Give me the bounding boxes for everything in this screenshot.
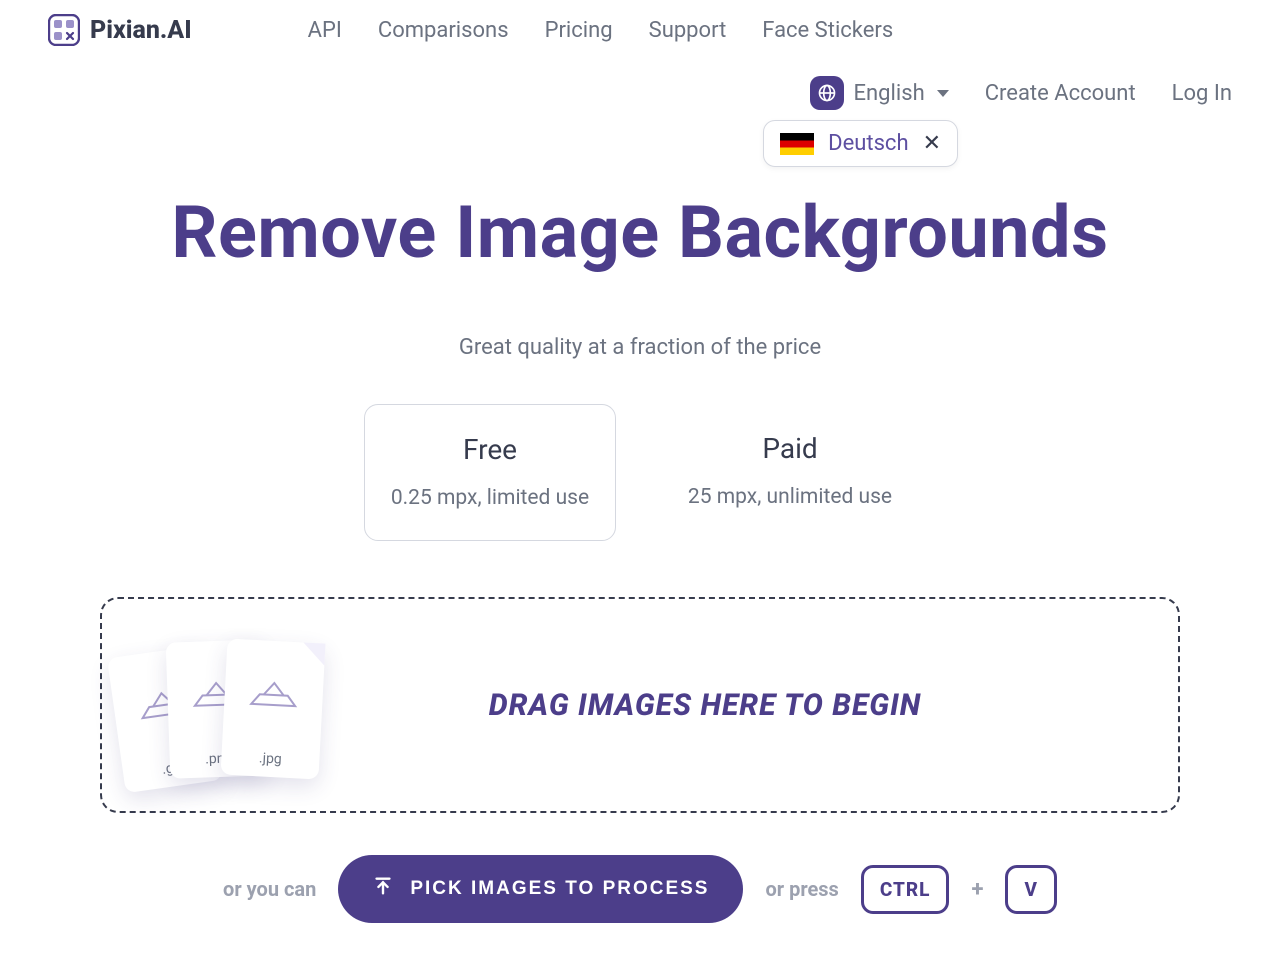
navbar-secondary: English Create Account Log In Deutsch ✕	[0, 46, 1280, 110]
plan-paid[interactable]: Paid 25 mpx, unlimited use	[664, 404, 916, 541]
page-title: Remove Image Backgrounds	[0, 190, 1280, 275]
language-selector[interactable]: English	[810, 76, 949, 110]
plan-free-title: Free	[383, 433, 597, 466]
file-card-jpg: .jpg	[221, 639, 326, 780]
logo-icon	[48, 14, 80, 46]
login-link[interactable]: Log In	[1172, 81, 1232, 106]
plan-free[interactable]: Free 0.25 mpx, limited use	[364, 404, 616, 541]
navbar: Pixian.AI API Comparisons Pricing Suppor…	[0, 0, 1280, 46]
or-press-label: or press	[765, 877, 838, 901]
file-stack-illustration: .gif .png .jpg	[106, 641, 346, 811]
upload-icon	[372, 875, 394, 903]
dropzone[interactable]: .gif .png .jpg DRAG IMAGES HERE TO BEGIN	[100, 597, 1180, 813]
nav-pricing[interactable]: Pricing	[545, 18, 613, 43]
page-subtitle: Great quality at a fraction of the price	[0, 335, 1280, 360]
key-ctrl: CTRL	[861, 865, 950, 914]
language-current: English	[854, 81, 925, 106]
language-suggestion-link[interactable]: Deutsch	[828, 131, 908, 156]
create-account-link[interactable]: Create Account	[985, 81, 1136, 106]
flag-de-icon	[780, 133, 814, 155]
chevron-down-icon	[937, 90, 949, 97]
nav-links: API Comparisons Pricing Support Face Sti…	[308, 18, 894, 43]
globe-icon	[810, 76, 844, 110]
brand[interactable]: Pixian.AI	[48, 14, 192, 46]
or-you-can-label: or you can	[223, 877, 316, 901]
pick-images-button[interactable]: PICK IMAGES TO PROCESS	[338, 855, 743, 923]
nav-api[interactable]: API	[308, 18, 342, 43]
nav-face-stickers[interactable]: Face Stickers	[762, 18, 893, 43]
plan-tiles: Free 0.25 mpx, limited use Paid 25 mpx, …	[0, 404, 1280, 541]
plan-free-desc: 0.25 mpx, limited use	[383, 486, 597, 510]
plus-label: +	[971, 877, 983, 902]
brand-name: Pixian.AI	[90, 16, 192, 45]
hero: Remove Image Backgrounds Great quality a…	[0, 190, 1280, 360]
close-icon[interactable]: ✕	[923, 131, 941, 156]
plan-paid-title: Paid	[682, 432, 898, 465]
nav-comparisons[interactable]: Comparisons	[378, 18, 509, 43]
nav-support[interactable]: Support	[649, 18, 727, 43]
language-suggestion-popover: Deutsch ✕	[763, 120, 958, 167]
plan-paid-desc: 25 mpx, unlimited use	[682, 485, 898, 509]
action-row: or you can PICK IMAGES TO PROCESS or pre…	[0, 855, 1280, 923]
pick-images-label: PICK IMAGES TO PROCESS	[410, 878, 709, 900]
key-v: V	[1005, 865, 1057, 914]
